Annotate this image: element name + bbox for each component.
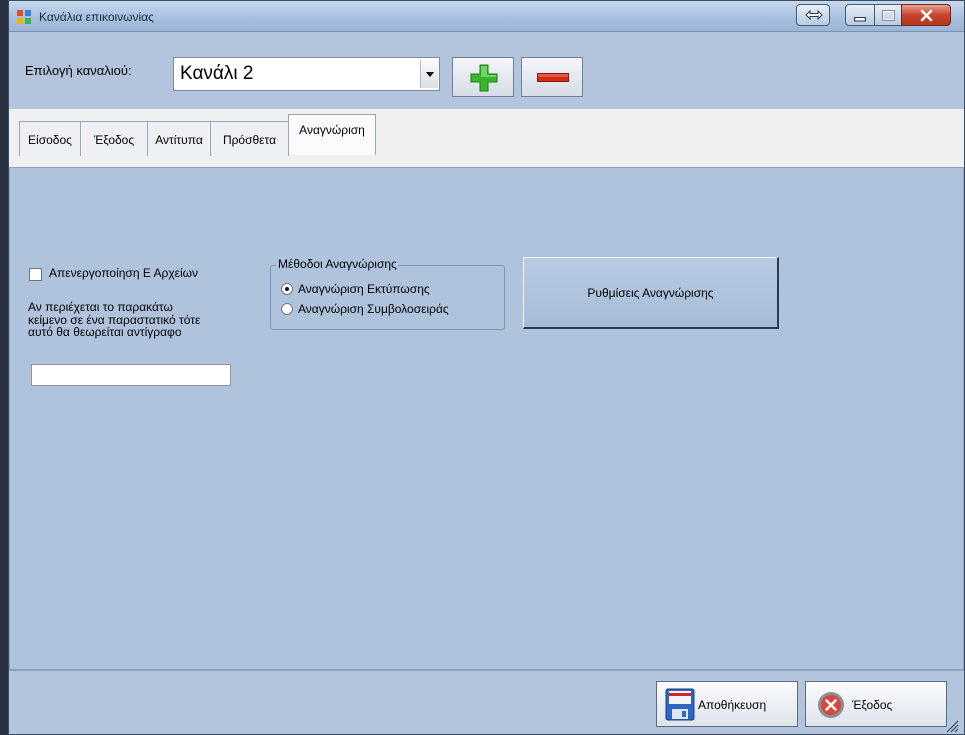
string-recognition-label[interactable]: Αναγνώριση Συμβολοσειράς (298, 302, 449, 316)
plus-icon (470, 64, 498, 92)
minus-icon (537, 73, 569, 82)
close-circle-icon (818, 692, 844, 718)
close-button[interactable] (901, 4, 951, 26)
duplicate-hint-line: Αν περιέχεται το παρακάτω (28, 300, 173, 314)
string-recognition-radio[interactable] (281, 303, 293, 315)
resize-toggle-button[interactable] (796, 4, 830, 26)
minimize-button[interactable] (845, 4, 875, 26)
radio-selected-dot (285, 287, 289, 291)
channel-selection-row: Επιλογή καναλιού: Κανάλι 2 (9, 32, 964, 109)
print-recognition-label[interactable]: Αναγνώριση Εκτύπωσης (298, 282, 430, 296)
chevron-down-icon (426, 72, 434, 77)
exit-label: Έξοδος (852, 698, 893, 712)
tab-strip: Είσοδος Έξοδος Αντίτυπα Πρόσθετα Αναγνώρ… (9, 109, 964, 167)
window-title: Κανάλια επικοινωνίας (39, 10, 154, 24)
close-icon (920, 9, 933, 22)
add-channel-button[interactable] (452, 57, 514, 97)
app-window-icon (17, 10, 31, 24)
tab-extras[interactable]: Πρόσθετα (210, 121, 289, 156)
recognition-methods-group: Μέθοδοι Αναγνώρισης Αναγνώριση Εκτύπωσης… (270, 257, 505, 330)
tab-output[interactable]: Έξοδος (80, 121, 148, 156)
duplicate-text-input[interactable] (31, 364, 231, 386)
disable-files-label[interactable]: Απενεργοποίηση Ε Αρχείων (49, 266, 198, 280)
bottom-action-bar: Αποθήκευση Έξοδος (9, 670, 964, 734)
save-button[interactable]: Αποθήκευση (656, 681, 798, 727)
channel-label: Επιλογή καναλιού: (25, 63, 132, 78)
tab-recognition[interactable]: Αναγνώριση (288, 114, 376, 155)
recognition-tab-panel: Απενεργοποίηση Ε Αρχείων Αν περιέχεται τ… (9, 167, 964, 670)
maximize-icon (882, 10, 895, 21)
window: Κανάλια επικοινωνίας Επιλογή καναλιού: Κ… (8, 0, 965, 735)
tab-copies[interactable]: Αντίτυπα (147, 121, 211, 156)
channel-dropdown[interactable]: Κανάλι 2 (173, 57, 440, 91)
dropdown-arrow-button[interactable] (420, 60, 438, 88)
recognition-settings-button[interactable]: Ρυθμίσεις Αναγνώρισης (523, 257, 779, 329)
remove-channel-button[interactable] (521, 57, 583, 97)
tab-input[interactable]: Είσοδος (19, 121, 81, 156)
recognition-methods-title: Μέθοδοι Αναγνώρισης (276, 257, 399, 271)
resize-grip-icon[interactable] (945, 719, 959, 733)
disable-files-checkbox[interactable] (29, 268, 42, 281)
double-arrow-icon (805, 9, 823, 21)
duplicate-hint-line: αυτό θα θεωρείται αντίγραφο (28, 325, 182, 339)
title-bar[interactable]: Κανάλια επικοινωνίας (9, 1, 964, 32)
exit-button[interactable]: Έξοδος (805, 681, 947, 727)
print-recognition-radio[interactable] (281, 283, 293, 295)
maximize-button[interactable] (874, 4, 902, 26)
channel-selected-value: Κανάλι 2 (180, 63, 254, 84)
floppy-disk-icon (665, 688, 695, 721)
client-area: Επιλογή καναλιού: Κανάλι 2 Είσοδος Έξοδο… (9, 32, 964, 734)
duplicate-hint-text: Αν περιέχεται το παρακάτω κείμενο σε ένα… (28, 301, 248, 339)
minimize-icon (854, 17, 866, 22)
save-label: Αποθήκευση (698, 698, 767, 712)
